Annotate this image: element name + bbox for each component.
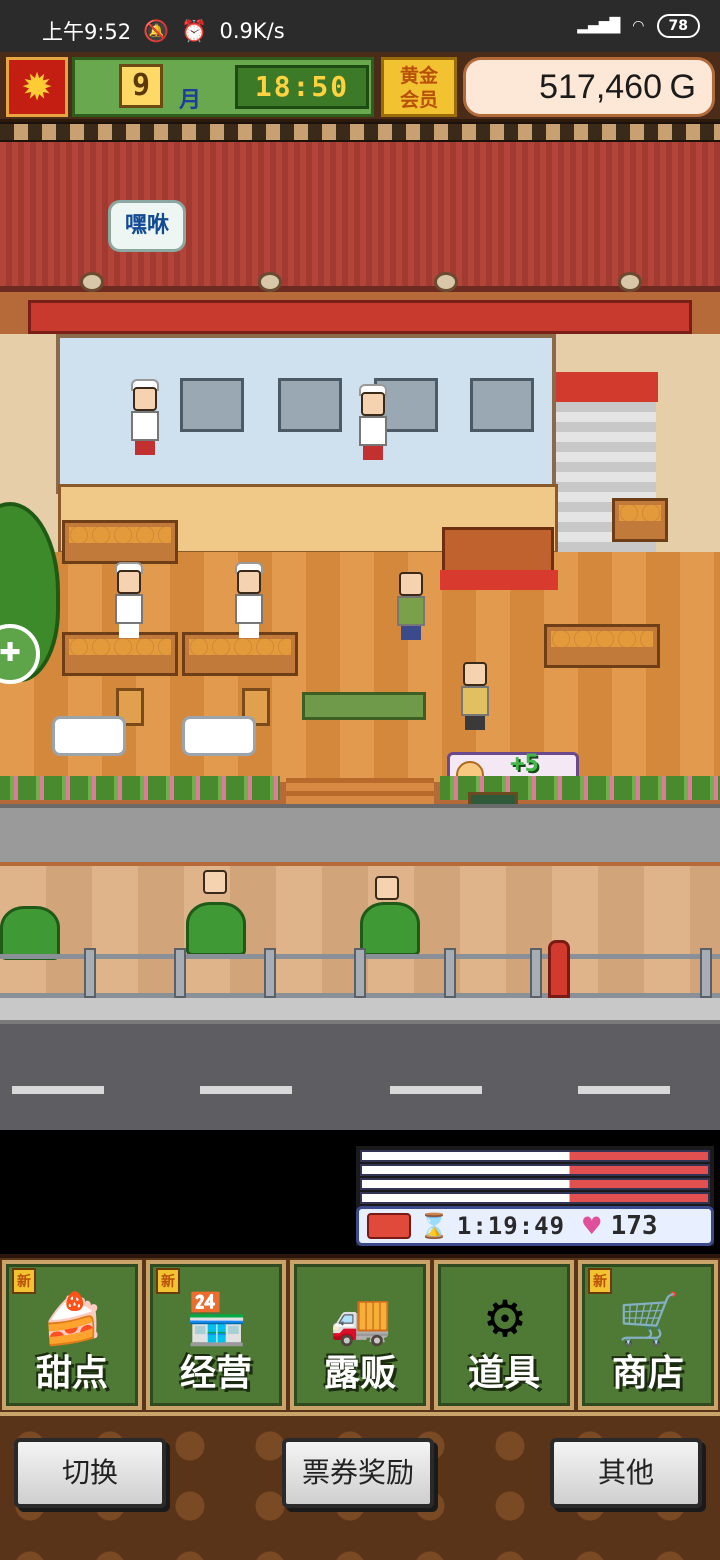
wifi-icon: ◠ <box>632 18 645 34</box>
bread-shelf[interactable] <box>544 624 660 668</box>
truck-route-row <box>360 1164 710 1176</box>
menu-manage-button[interactable]: 新 🏪 经营 <box>146 1260 286 1410</box>
voucher-reward-button[interactable]: 票券奖励 <box>282 1438 434 1508</box>
oven <box>470 378 534 432</box>
pedestrian-character[interactable] <box>198 870 232 940</box>
member-badge-line1: 黄金 <box>399 65 438 87</box>
truck-summary: ⌛ 1:19:49 ♥ 173 <box>356 1206 714 1246</box>
flowerbed <box>0 776 280 800</box>
heart-count: 173 <box>610 1211 658 1241</box>
other-button[interactable]: 其他 <box>550 1438 702 1508</box>
chef-character[interactable] <box>232 562 266 640</box>
food-truck-status[interactable]: ⌛ 1:19:49 ♥ 173 <box>356 1146 714 1246</box>
menu-dessert-button[interactable]: 新 🍰 甜点 <box>2 1260 142 1410</box>
mute-icon: 🔕 <box>143 18 170 43</box>
road <box>0 1024 720 1130</box>
bakery-scene[interactable]: 嘿咻 ✚ +5 <box>0 142 720 1130</box>
dining-table[interactable] <box>182 716 256 756</box>
lane-marking <box>390 1086 482 1094</box>
signal-icon: ▂▄▆█ <box>577 18 621 34</box>
lamp <box>258 272 282 292</box>
switch-button[interactable]: 切换 <box>14 1438 166 1508</box>
fence-post <box>530 948 542 998</box>
menu-label: 经营 <box>179 1353 252 1394</box>
system-status-bar: 上午9:52 🔕 ⏰ 0.9K/s ▂▄▆█ ◠ 78 <box>0 0 720 56</box>
game-clock: 18:50 <box>235 65 369 109</box>
speech-bubble: 嘿咻 <box>108 200 186 252</box>
money-value: 517,460 <box>539 68 662 106</box>
member-badge-line2: 会员 <box>399 89 438 111</box>
chef-character[interactable] <box>128 379 162 457</box>
truck-route-row <box>360 1178 710 1190</box>
side-awning <box>556 372 658 402</box>
gold-member-badge[interactable]: 黄金 会员 <box>381 57 457 117</box>
bread-shelf[interactable] <box>612 498 668 542</box>
lamp <box>80 272 104 292</box>
dining-table[interactable] <box>52 716 126 756</box>
entrance-steps <box>286 778 434 804</box>
food-truck-icon <box>367 1213 411 1239</box>
month-number: 9 <box>119 64 163 108</box>
network-speed: 0.9K/s <box>219 19 285 43</box>
fence-post <box>84 948 96 998</box>
fence-post <box>354 948 366 998</box>
menu-food-truck-button[interactable]: 🚚 露贩 <box>290 1260 430 1410</box>
shop-awning <box>28 300 692 334</box>
status-time: 上午9:52 <box>42 20 132 44</box>
bush <box>0 906 60 960</box>
game-hud: ✹ 9 月 18:50 黄金 会员 517,460 G <box>0 52 720 122</box>
red-mat <box>440 570 558 590</box>
customer-character[interactable] <box>458 662 492 732</box>
fire-hydrant <box>548 940 570 998</box>
battery-icon: 78 <box>656 14 700 38</box>
alarm-icon: ⏰ <box>181 18 208 43</box>
sidewalk <box>0 804 720 862</box>
date-panel[interactable]: 9 月 18:50 <box>72 57 374 117</box>
menu-label: 甜点 <box>35 1353 108 1394</box>
bottom-action-area: 切换 票券奖励 其他 <box>0 1412 720 1560</box>
fence-post <box>264 948 276 998</box>
heart-icon: ♥ <box>581 1212 603 1240</box>
fence-post <box>700 948 712 998</box>
main-menu: 新 🍰 甜点 新 🏪 经营 🚚 露贩 ⚙ 道具 新 🛒 商店 <box>0 1254 720 1412</box>
sale-value: +5 <box>510 749 539 777</box>
chef-character[interactable] <box>112 562 146 640</box>
menu-label: 露贩 <box>323 1353 396 1394</box>
fence-post <box>174 948 186 998</box>
oven <box>180 378 244 432</box>
lane-marking <box>12 1086 104 1094</box>
truck-timer: 1:19:49 <box>456 1212 566 1240</box>
oven <box>278 378 342 432</box>
hourglass-icon: ⌛ <box>419 1212 449 1240</box>
maple-leaf-icon[interactable]: ✹ <box>6 57 68 117</box>
menu-items-button[interactable]: ⚙ 道具 <box>434 1260 574 1410</box>
month-unit: 月 <box>179 88 202 113</box>
fence-post <box>444 948 456 998</box>
truck-route-row <box>360 1192 710 1204</box>
bread-shelf[interactable] <box>62 520 178 564</box>
ticker-strip <box>0 122 720 142</box>
menu-label: 商店 <box>611 1353 684 1394</box>
menu-label: 道具 <box>467 1353 540 1394</box>
truck-route-row <box>360 1150 710 1162</box>
pedestrian-character[interactable] <box>370 876 404 946</box>
chef-character[interactable] <box>356 384 390 462</box>
money-unit: G <box>669 68 696 106</box>
entrance-mat <box>302 692 426 720</box>
lamp <box>434 272 458 292</box>
menu-store-button[interactable]: 新 🛒 商店 <box>578 1260 718 1410</box>
money-panel[interactable]: 517,460 G <box>463 57 715 117</box>
customer-character[interactable] <box>394 572 428 642</box>
lamp <box>618 272 642 292</box>
curb <box>0 998 720 1024</box>
battery-level: 78 <box>668 18 688 34</box>
lane-marking <box>578 1086 670 1094</box>
lane-marking <box>200 1086 292 1094</box>
